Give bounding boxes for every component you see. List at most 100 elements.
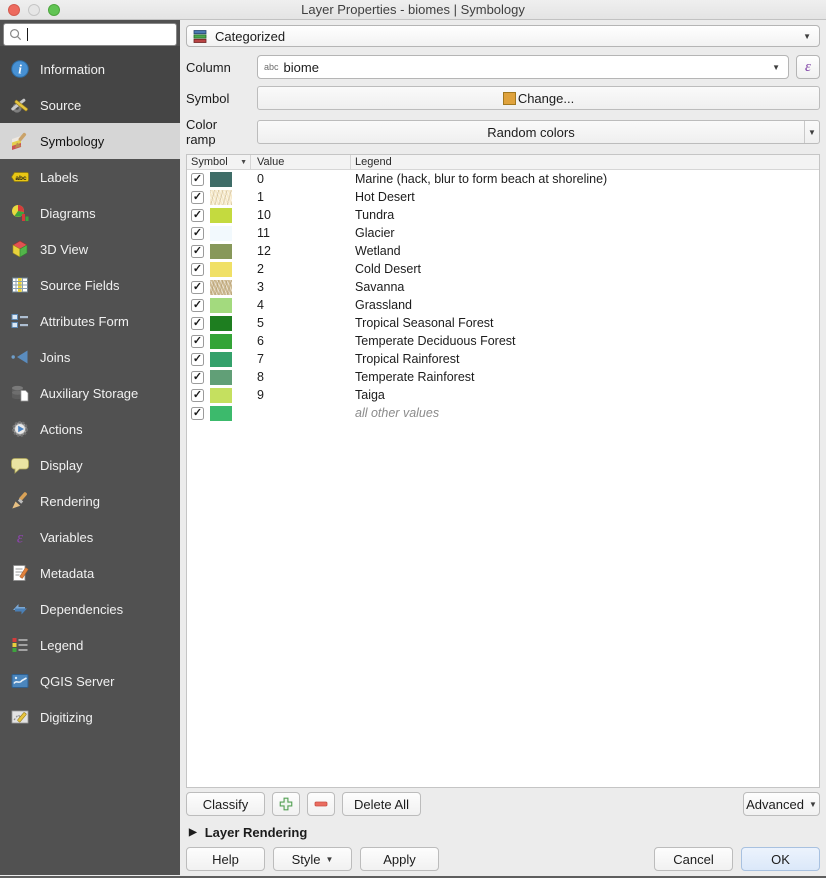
- category-color-swatch[interactable]: [210, 244, 232, 259]
- category-row[interactable]: ✓10Tundra: [187, 206, 819, 224]
- classify-button[interactable]: Classify: [186, 792, 265, 816]
- category-symbol-cell: ✓: [187, 244, 251, 259]
- category-checkbox[interactable]: ✓: [191, 299, 204, 312]
- category-row[interactable]: ✓6Temperate Deciduous Forest: [187, 332, 819, 350]
- sidebar-item-label: Metadata: [40, 566, 94, 581]
- category-legend: Tropical Seasonal Forest: [351, 316, 819, 330]
- category-checkbox[interactable]: ✓: [191, 173, 204, 186]
- category-row[interactable]: ✓1Hot Desert: [187, 188, 819, 206]
- sidebar-item-variables[interactable]: εVariables: [0, 519, 180, 555]
- qgis-server-icon: [9, 670, 31, 692]
- category-checkbox[interactable]: ✓: [191, 227, 204, 240]
- delete-all-button[interactable]: Delete All: [342, 792, 421, 816]
- color-ramp-select[interactable]: Random colors ▼: [257, 120, 820, 144]
- actions-icon: [9, 418, 31, 440]
- category-checkbox[interactable]: ✓: [191, 389, 204, 402]
- category-checkbox[interactable]: ✓: [191, 281, 204, 294]
- zoom-window-button[interactable]: [48, 4, 60, 16]
- category-color-swatch[interactable]: [210, 226, 232, 241]
- sidebar-item-qgis-server[interactable]: QGIS Server: [0, 663, 180, 699]
- legend-icon: [9, 634, 31, 656]
- category-symbol-cell: ✓: [187, 208, 251, 223]
- sidebar-item-labels[interactable]: abcLabels: [0, 159, 180, 195]
- category-checkbox[interactable]: ✓: [191, 317, 204, 330]
- category-color-swatch[interactable]: [210, 280, 232, 295]
- sidebar-item-actions[interactable]: Actions: [0, 411, 180, 447]
- add-category-button[interactable]: [272, 792, 300, 816]
- sidebar-item-metadata[interactable]: Metadata: [0, 555, 180, 591]
- sidebar-item-legend[interactable]: Legend: [0, 627, 180, 663]
- category-row[interactable]: ✓9Taiga: [187, 386, 819, 404]
- category-checkbox[interactable]: ✓: [191, 371, 204, 384]
- category-row[interactable]: ✓8Temperate Rainforest: [187, 368, 819, 386]
- sidebar-item-information[interactable]: iInformation: [0, 51, 180, 87]
- sidebar-item-3d-view[interactable]: 3D View: [0, 231, 180, 267]
- style-button[interactable]: Style ▼: [273, 847, 352, 871]
- ok-button[interactable]: OK: [741, 847, 820, 871]
- apply-button[interactable]: Apply: [360, 847, 439, 871]
- category-row[interactable]: ✓4Grassland: [187, 296, 819, 314]
- category-color-swatch[interactable]: [210, 334, 232, 349]
- category-color-swatch[interactable]: [210, 406, 232, 421]
- sidebar-item-symbology[interactable]: Symbology: [0, 123, 180, 159]
- close-window-button[interactable]: [8, 4, 20, 16]
- category-color-swatch[interactable]: [210, 208, 232, 223]
- help-button[interactable]: Help: [186, 847, 265, 871]
- category-color-swatch[interactable]: [210, 352, 232, 367]
- column-row: Column abc biome ▼ ε: [186, 55, 820, 79]
- category-row[interactable]: ✓11Glacier: [187, 224, 819, 242]
- category-row[interactable]: ✓12Wetland: [187, 242, 819, 260]
- categories-table-header: Symbol ▼ Value Legend: [187, 155, 819, 170]
- category-color-swatch[interactable]: [210, 262, 232, 277]
- category-value: 4: [251, 298, 351, 312]
- sidebar-item-label: Legend: [40, 638, 83, 653]
- sidebar-item-rendering[interactable]: Rendering: [0, 483, 180, 519]
- sidebar-item-attributes-form[interactable]: Attributes Form: [0, 303, 180, 339]
- category-checkbox[interactable]: ✓: [191, 353, 204, 366]
- sidebar-search-input[interactable]: [3, 23, 177, 46]
- minimize-window-button[interactable]: [28, 4, 40, 16]
- category-row[interactable]: ✓5Tropical Seasonal Forest: [187, 314, 819, 332]
- category-row[interactable]: ✓3Savanna: [187, 278, 819, 296]
- sidebar-item-label: Rendering: [40, 494, 100, 509]
- symbol-change-button[interactable]: Change...: [257, 86, 820, 110]
- symbol-column-header[interactable]: Symbol ▼: [187, 155, 251, 169]
- sidebar-item-diagrams[interactable]: Diagrams: [0, 195, 180, 231]
- advanced-button[interactable]: Advanced ▼: [743, 792, 820, 816]
- sidebar-item-dependencies[interactable]: Dependencies: [0, 591, 180, 627]
- category-checkbox[interactable]: ✓: [191, 209, 204, 222]
- sidebar-item-source-fields[interactable]: Source Fields: [0, 267, 180, 303]
- category-color-swatch[interactable]: [210, 172, 232, 187]
- category-row[interactable]: ✓0Marine (hack, blur to form beach at sh…: [187, 170, 819, 188]
- renderer-type-select[interactable]: Categorized ▼: [186, 25, 820, 47]
- sidebar: iInformationSourceSymbologyabcLabelsDiag…: [0, 20, 180, 875]
- category-checkbox[interactable]: ✓: [191, 245, 204, 258]
- category-row[interactable]: ✓2Cold Desert: [187, 260, 819, 278]
- sidebar-item-digitizing[interactable]: Digitizing: [0, 699, 180, 735]
- sidebar-item-label: Dependencies: [40, 602, 123, 617]
- category-row[interactable]: ✓all other values: [187, 404, 819, 422]
- expression-builder-button[interactable]: ε: [796, 55, 820, 79]
- category-checkbox[interactable]: ✓: [191, 191, 204, 204]
- column-combobox[interactable]: abc biome ▼: [257, 55, 789, 79]
- remove-category-button[interactable]: [307, 792, 335, 816]
- category-checkbox[interactable]: ✓: [191, 407, 204, 420]
- sidebar-item-auxiliary-storage[interactable]: Auxiliary Storage: [0, 375, 180, 411]
- layer-rendering-section-toggle[interactable]: ▶ Layer Rendering: [186, 822, 820, 843]
- category-color-swatch[interactable]: [210, 370, 232, 385]
- value-column-header[interactable]: Value: [251, 155, 351, 169]
- category-color-swatch[interactable]: [210, 388, 232, 403]
- category-value: 8: [251, 370, 351, 384]
- chevron-down-icon: ▼: [804, 121, 819, 143]
- category-color-swatch[interactable]: [210, 298, 232, 313]
- category-checkbox[interactable]: ✓: [191, 335, 204, 348]
- category-color-swatch[interactable]: [210, 316, 232, 331]
- sidebar-item-source[interactable]: Source: [0, 87, 180, 123]
- sidebar-item-display[interactable]: Display: [0, 447, 180, 483]
- category-color-swatch[interactable]: [210, 190, 232, 205]
- sidebar-item-joins[interactable]: Joins: [0, 339, 180, 375]
- category-checkbox[interactable]: ✓: [191, 263, 204, 276]
- cancel-button[interactable]: Cancel: [654, 847, 733, 871]
- category-row[interactable]: ✓7Tropical Rainforest: [187, 350, 819, 368]
- legend-column-header[interactable]: Legend: [351, 156, 819, 168]
